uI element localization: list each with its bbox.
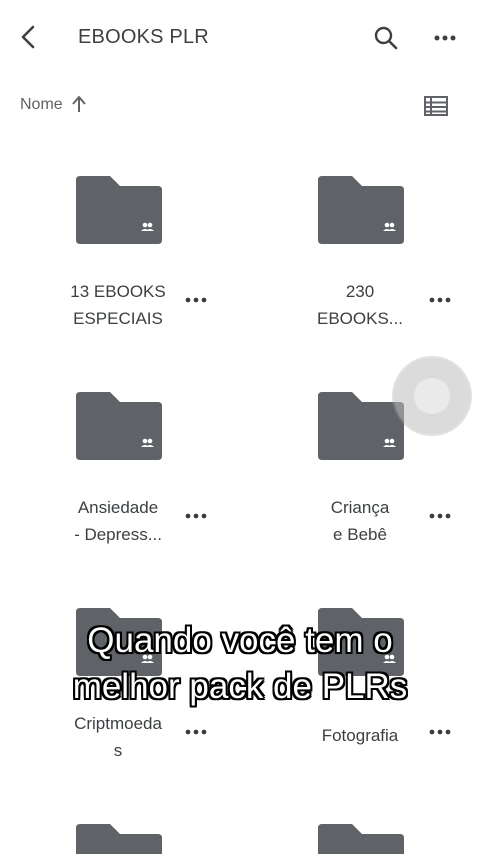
list-view-icon[interactable] [422,94,450,118]
folder-more-options-icon[interactable] [182,290,210,310]
folder-tile[interactable]: 13 EBOOKS ESPECIAIS [0,174,240,390]
shared-folder-icon[interactable] [74,822,164,854]
shared-folder-icon[interactable] [316,390,406,462]
sort-by-name-button[interactable]: Nome [20,96,63,114]
shared-folder-icon[interactable] [74,390,164,462]
folder-more-options-icon[interactable] [182,722,210,742]
touch-indicator [394,358,470,434]
search-icon[interactable] [372,24,400,52]
folder-more-options-icon[interactable] [426,722,454,742]
sort-bar: Nome [0,86,480,126]
folder-tile[interactable]: Ansiedade - Depress... [0,390,240,606]
shared-folder-icon[interactable] [316,174,406,246]
page-title: EBOOKS PLR [78,26,209,48]
shared-folder-icon[interactable] [74,174,164,246]
shared-folder-icon[interactable] [316,822,406,854]
back-arrow-icon[interactable] [14,22,44,52]
folder-more-options-icon[interactable] [426,290,454,310]
folder-more-options-icon[interactable] [426,506,454,526]
top-app-bar: EBOOKS PLR [0,0,480,76]
arrow-up-icon[interactable] [70,94,88,114]
more-options-icon[interactable] [430,24,460,52]
overlay-caption: Quando você tem o melhor pack de PLRs [72,621,408,706]
folder-tile[interactable]: 230 EBOOKS... [240,174,480,390]
folder-more-options-icon[interactable] [182,506,210,526]
